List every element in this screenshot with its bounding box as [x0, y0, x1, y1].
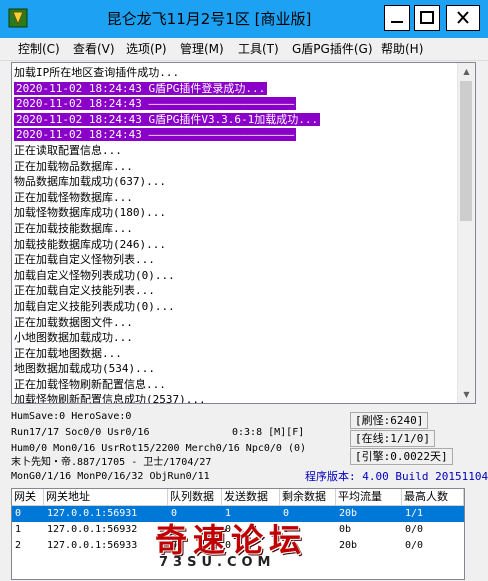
log-line: 正在加载地图数据... [14, 346, 459, 362]
log-line: 2020-11-02 18:24:43 ————————————————————… [14, 96, 459, 112]
menu-manage[interactable]: 管理(M) [180, 41, 224, 57]
log-line-text: 加载自定义技能列表成功(0)... [14, 299, 175, 313]
log-line: 正在加载物品数据库... [14, 159, 459, 175]
log-line: 正在加载怪物刷新配置信息... [14, 377, 459, 393]
col-queue[interactable]: 队列数据 [168, 489, 222, 505]
maximize-button[interactable] [414, 5, 440, 31]
table-cell: 2 [15, 540, 22, 551]
col-gateway[interactable]: 网关 [12, 489, 44, 505]
log-line: 正在加载数据图文件... [14, 315, 459, 331]
log-line-text: 正在读取配置信息... [14, 143, 122, 157]
log-line-text: 加载怪物刷新配置信息成功(2537)... [14, 393, 206, 404]
log-line: 加载IP所在地区查询插件成功... [14, 65, 459, 81]
watermark-logo: 奇速论坛 73SU.COM [155, 515, 307, 570]
close-icon [457, 11, 469, 24]
status-mon: MonG0/1/16 MonP0/16/32 ObjRun0/11 [11, 471, 210, 482]
table-header: 网关 网关地址 队列数据 发送数据 剩余数据 平均流量 最高人数 [12, 489, 464, 506]
log-line-text: 加载自定义怪物列表成功(0)... [14, 268, 175, 282]
minimize-icon [391, 21, 403, 23]
log-line: 正在加载怪物数据库... [14, 190, 459, 206]
menu-tools[interactable]: 工具(T) [238, 41, 279, 57]
window-title: 昆仑龙飞11月2号1区 [商业版] [106, 10, 312, 28]
log-line: 正在加载自定义技能列表... [14, 283, 459, 299]
scroll-down-icon[interactable]: ▼ [458, 386, 475, 403]
table-cell: 127.0.0.1:56932 [47, 524, 138, 535]
table-cell: 20b [339, 540, 358, 551]
maximize-icon [420, 11, 434, 24]
log-line: 物品数据库加载成功(637)... [14, 174, 459, 190]
log-line: 正在读取配置信息... [14, 143, 459, 159]
table-cell: 20b [339, 508, 358, 519]
program-version: 程序版本: 4.00 Build 20151104 [305, 470, 488, 483]
menu-bar: 控制(C) 查看(V) 选项(P) 管理(M) 工具(T) G盾PG插件(G) … [0, 38, 488, 61]
log-line: 小地图数据加载成功... [14, 330, 459, 346]
title-bar[interactable]: 昆仑龙飞11月2号1区 [商业版] [0, 0, 488, 38]
status-run: Run17/17 Soc0/0 Usr0/16 [11, 427, 150, 438]
log-line-text: 正在加载地图数据... [14, 346, 122, 360]
log-line-text: 正在加载数据图文件... [14, 315, 133, 329]
log-line-text: 正在加载自定义技能列表... [14, 284, 155, 298]
col-address[interactable]: 网关地址 [44, 489, 168, 505]
minimize-button[interactable] [384, 5, 410, 31]
log-line-text: 正在加载技能数据库... [14, 221, 133, 235]
status-hum: Hum0/0 Mon0/16 UsrRot15/2200 Merch0/16 N… [11, 443, 307, 454]
log-line-text: 正在加载自定义怪物列表... [14, 253, 155, 267]
engine-uptime: [引擎:0.0022天] [350, 448, 453, 465]
table-cell: 127.0.0.1:56931 [47, 508, 138, 519]
status-time: 0:3:8 [M][F] [232, 427, 305, 438]
log-line: 正在加载自定义怪物列表... [14, 252, 459, 268]
menu-help[interactable]: 帮助(H) [381, 41, 423, 57]
menu-view[interactable]: 查看(V) [73, 41, 115, 57]
table-cell: 127.0.0.1:56933 [47, 540, 138, 551]
col-remaining[interactable]: 剩余数据 [280, 489, 336, 505]
log-line-text: 2020-11-02 18:24:43 ————————————————————… [14, 128, 297, 142]
log-line-text: 2020-11-02 18:24:43 G盾PG插件登录成功... [14, 81, 268, 95]
status-map: 末卜先知・帝.887/1705 - 卫士/1704/27 [11, 457, 212, 468]
table-cell: 1 [15, 524, 22, 535]
log-line: 2020-11-02 18:24:43 G盾PG插件登录成功... [14, 81, 459, 97]
table-cell: 1/1 [405, 508, 424, 519]
log-line: 加载自定义怪物列表成功(0)... [14, 268, 459, 284]
log-line-text: 正在加载怪物数据库... [14, 190, 133, 204]
col-max-users[interactable]: 最高人数 [402, 489, 464, 505]
menu-control[interactable]: 控制(C) [18, 41, 60, 57]
refresh-count: [刷怪:6240] [350, 412, 429, 429]
log-line: 加载怪物数据库成功(180)... [14, 205, 459, 221]
log-line: 正在加载技能数据库... [14, 221, 459, 237]
log-line-text: 正在加载怪物刷新配置信息... [14, 377, 166, 391]
log-line-text: 2020-11-02 18:24:43 G盾PG插件V3.3.6-1加载成功..… [14, 112, 321, 126]
log-line-text: 加载IP所在地区查询插件成功... [14, 66, 180, 79]
log-line: 加载自定义技能列表成功(0)... [14, 299, 459, 315]
col-avg-traffic[interactable]: 平均流量 [336, 489, 402, 505]
table-cell: 0/0 [405, 540, 424, 551]
menu-options[interactable]: 选项(P) [126, 41, 167, 57]
log-line: 加载技能数据库成功(246)... [14, 237, 459, 253]
log-line-text: 物品数据库加载成功(637)... [14, 175, 166, 189]
main-window: 昆仑龙飞11月2号1区 [商业版] 控制(C) 查看(V) 选项(P) 管理(M… [0, 0, 488, 581]
table-cell: 0/0 [405, 524, 424, 535]
log-scrollbar[interactable]: ▲ ▼ [457, 63, 475, 403]
online-count: [在线:1/1/0] [350, 430, 435, 447]
log-line-text: 加载技能数据库成功(246)... [14, 237, 166, 251]
log-line-text: 2020-11-02 18:24:43 ————————————————————… [14, 97, 297, 111]
watermark-url: 73SU.COM [159, 555, 276, 570]
log-lines: 加载IP所在地区查询插件成功... 2020-11-02 18:24:43 G盾P… [14, 65, 459, 404]
menu-gdun-plugin[interactable]: G盾PG插件(G) [292, 41, 373, 57]
log-line-text: 地图数据加载成功(534)... [14, 362, 155, 376]
scroll-thumb[interactable] [460, 81, 472, 221]
log-line: 2020-11-02 18:24:43 ————————————————————… [14, 127, 459, 143]
status-save: HumSave:0 HeroSave:0 [11, 411, 132, 422]
close-button[interactable] [446, 5, 480, 31]
log-line: 2020-11-02 18:24:43 G盾PG插件V3.3.6-1加载成功..… [14, 112, 459, 128]
log-panel[interactable]: 加载IP所在地区查询插件成功... 2020-11-02 18:24:43 G盾P… [11, 62, 476, 404]
log-line-text: 小地图数据加载成功... [14, 331, 133, 345]
log-line-text: 加载怪物数据库成功(180)... [14, 206, 166, 220]
table-cell: 0b [339, 524, 352, 535]
table-cell: 0 [15, 508, 22, 519]
log-line-text: 正在加载物品数据库... [14, 159, 133, 173]
col-sent[interactable]: 发送数据 [222, 489, 280, 505]
scroll-up-icon[interactable]: ▲ [458, 63, 475, 80]
log-line: 加载怪物刷新配置信息成功(2537)... [14, 392, 459, 404]
log-line: 地图数据加载成功(534)... [14, 361, 459, 377]
